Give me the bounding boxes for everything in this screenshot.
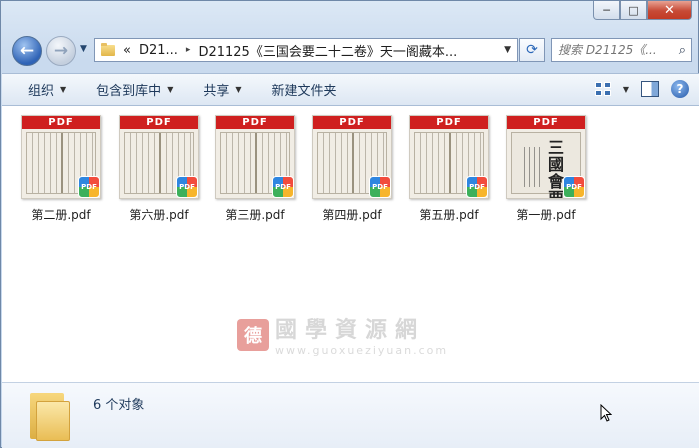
pdf-thumbnail: PDF PDF [21, 115, 101, 199]
pdf-thumbnail: PDF PDF [409, 115, 489, 199]
address-dropdown-icon[interactable]: ▼ [504, 45, 511, 55]
pdf-app-icon: PDF [563, 176, 585, 198]
search-box[interactable]: ⌕ [551, 38, 692, 62]
pdf-banner: PDF [507, 116, 585, 129]
pdf-banner: PDF [313, 116, 391, 129]
breadcrumb-separator-icon[interactable]: ▸ [186, 45, 191, 55]
include-in-library-menu[interactable]: 包含到库中 ▼ [96, 80, 173, 99]
minimize-button[interactable]: ─ [593, 1, 620, 20]
file-item[interactable]: PDF PDF 第五册.pdf [406, 115, 492, 223]
pdf-thumbnail: PDF PDF [215, 115, 295, 199]
details-pane: 6 个对象 [2, 382, 699, 448]
file-list-area[interactable]: PDF PDF 第二册.pdf PDF PDF 第六册.pdf PDF PDF … [2, 106, 699, 382]
new-folder-label: 新建文件夹 [271, 84, 337, 99]
pdf-app-icon: PDF [466, 176, 488, 198]
pdf-thumbnail: PDF PDF [312, 115, 392, 199]
explorer-window: ─ □ ✕ ← → ▼ « D21... ▸ D21125《三国会要二十二卷》天… [0, 0, 699, 448]
folder-icon [30, 393, 72, 441]
pdf-banner: PDF [120, 116, 198, 129]
refresh-button[interactable]: ⟳ [519, 38, 545, 62]
address-bar[interactable]: « D21... ▸ D21125《三国会要二十二卷》天一阁藏本... ▼ [94, 38, 518, 62]
watermark-seal-icon: 德 [237, 318, 269, 351]
preview-pane-icon[interactable] [641, 81, 659, 97]
file-name[interactable]: 第二册.pdf [31, 206, 90, 223]
mouse-cursor-icon [600, 404, 612, 422]
watermark-site-name: 國學資源網 [275, 318, 426, 343]
toolbar-right-group: ▼ ? [594, 80, 689, 98]
pdf-app-icon: PDF [176, 176, 198, 198]
item-count: 6 个对象 [93, 398, 145, 413]
pdf-thumbnail: PDF 三國會要 PDF [506, 115, 586, 199]
change-view-icon[interactable] [594, 82, 611, 96]
folder-icon [101, 42, 115, 56]
file-name[interactable]: 第五册.pdf [419, 206, 478, 223]
file-item[interactable]: PDF PDF 第二册.pdf [18, 115, 104, 223]
caption-buttons: ─ □ ✕ [593, 1, 692, 21]
new-folder-button[interactable]: 新建文件夹 [272, 80, 337, 99]
chevron-down-icon: ▼ [235, 85, 242, 94]
watermark: 德 國學資源網 www.guoxueziyuan.com [237, 312, 448, 357]
pdf-app-icon: PDF [78, 176, 100, 198]
file-name[interactable]: 第三册.pdf [225, 206, 284, 223]
file-item[interactable]: PDF PDF 第四册.pdf [309, 115, 395, 223]
close-button[interactable]: ✕ [647, 1, 692, 20]
pdf-banner: PDF [216, 116, 294, 129]
breadcrumb-d21[interactable]: D21... [139, 43, 178, 58]
pdf-app-icon: PDF [369, 176, 391, 198]
breadcrumb-current-folder[interactable]: D21125《三国会要二十二卷》天一阁藏本... [198, 41, 457, 60]
share-menu[interactable]: 共享 ▼ [203, 80, 241, 99]
include-in-library-label: 包含到库中 [96, 84, 162, 99]
pdf-app-icon: PDF [272, 176, 294, 198]
help-icon[interactable]: ? [671, 80, 689, 98]
navigation-bar: ← → ▼ « D21... ▸ D21125《三国会要二十二卷》天一阁藏本..… [9, 35, 693, 67]
pdf-banner: PDF [410, 116, 488, 129]
maximize-button[interactable]: □ [620, 1, 647, 20]
search-input[interactable] [558, 43, 670, 57]
share-label: 共享 [203, 84, 230, 99]
back-button[interactable]: ← [12, 36, 42, 66]
organize-label: 组织 [28, 84, 55, 99]
organize-menu[interactable]: 组织 ▼ [28, 80, 66, 99]
recent-pages-dropdown[interactable]: ▼ [80, 44, 87, 54]
file-name[interactable]: 第四册.pdf [322, 206, 381, 223]
pdf-thumbnail: PDF PDF [119, 115, 199, 199]
search-icon[interactable]: ⌕ [679, 43, 686, 58]
file-item[interactable]: PDF 三國會要 PDF 第一册.pdf [503, 115, 589, 223]
file-name[interactable]: 第一册.pdf [516, 206, 575, 223]
view-options-chevron-icon[interactable]: ▼ [623, 85, 629, 94]
command-toolbar: 组织 ▼ 包含到库中 ▼ 共享 ▼ 新建文件夹 ▼ ? [2, 73, 699, 106]
file-item[interactable]: PDF PDF 第六册.pdf [116, 115, 202, 223]
pdf-banner: PDF [22, 116, 100, 129]
address-overflow-chevron[interactable]: « [123, 43, 131, 58]
forward-button[interactable]: → [46, 36, 76, 66]
file-item[interactable]: PDF PDF 第三册.pdf [212, 115, 298, 223]
chevron-down-icon: ▼ [167, 85, 174, 94]
chevron-down-icon: ▼ [60, 85, 67, 94]
watermark-url: www.guoxueziyuan.com [275, 344, 449, 357]
file-name[interactable]: 第六册.pdf [129, 206, 188, 223]
